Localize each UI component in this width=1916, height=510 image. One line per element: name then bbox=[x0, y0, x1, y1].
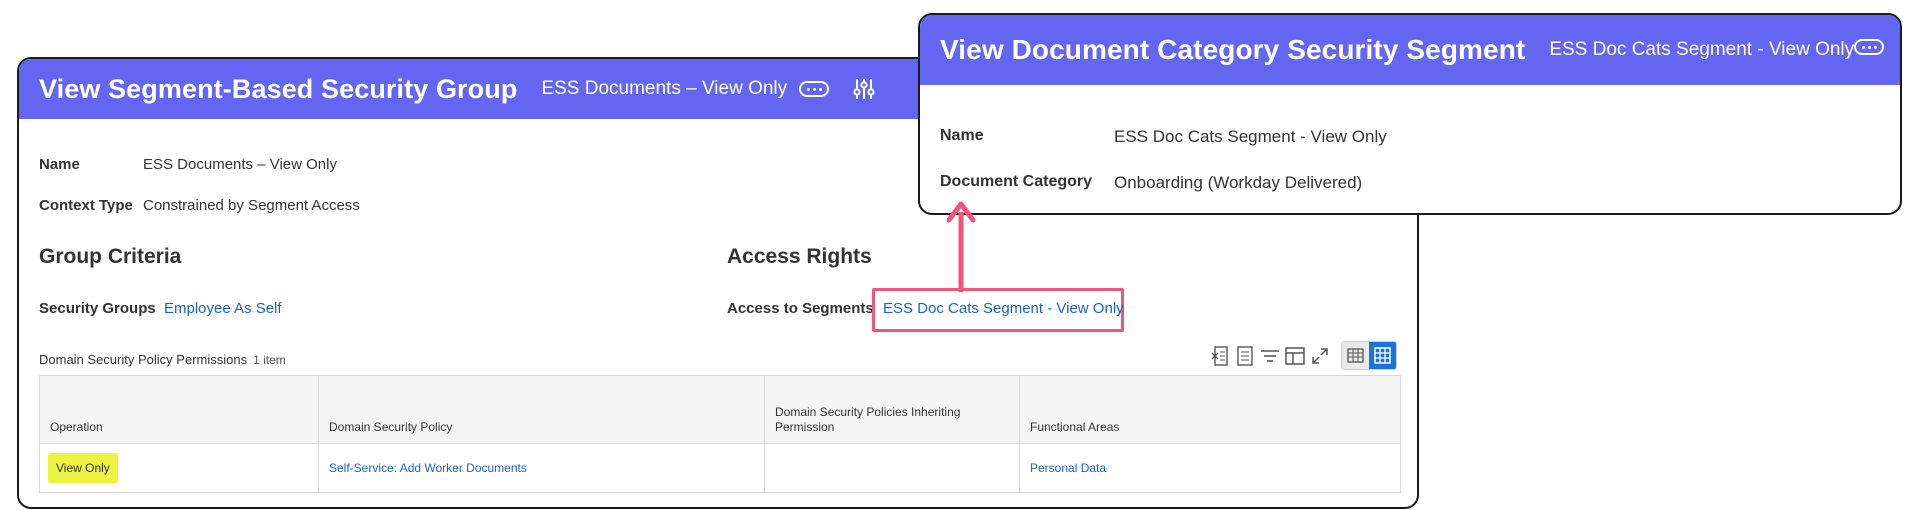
operation-tag: View Only bbox=[48, 453, 118, 483]
popup-name-value: ESS Doc Cats Segment - View Only bbox=[1114, 127, 1387, 146]
document-category-label: Document Category bbox=[940, 173, 1093, 190]
functional-area-link[interactable]: Personal Data bbox=[1030, 461, 1106, 475]
arrow-up-icon bbox=[946, 201, 976, 292]
access-rights-title: Access Rights bbox=[727, 245, 872, 268]
policy-link[interactable]: Self-Service: Add Worker Documents bbox=[329, 461, 527, 475]
table-view-icon[interactable] bbox=[1342, 342, 1369, 369]
context-type-label: Context Type bbox=[39, 197, 133, 214]
popup-header: View Document Category Security Segment … bbox=[920, 15, 1900, 85]
fullscreen-icon[interactable] bbox=[1310, 346, 1330, 366]
page-title: View Segment-Based Security Group bbox=[39, 73, 518, 104]
grid-count: 1 item bbox=[253, 353, 286, 367]
view-toggle bbox=[1341, 341, 1397, 370]
more-icon[interactable] bbox=[799, 81, 830, 97]
page-subtitle: ESS Documents – View Only bbox=[541, 78, 788, 99]
table-header-row: Operation Domain Security Policy Domain … bbox=[39, 375, 1401, 444]
document-category-value: Onboarding (Workday Delivered) bbox=[1114, 173, 1363, 192]
column-header-policy[interactable]: Domain Security Policy bbox=[318, 375, 765, 444]
column-header-functional-areas[interactable]: Functional Areas bbox=[1019, 375, 1401, 444]
grid-caption: Domain Security Policy Permissions 1 item bbox=[39, 352, 286, 367]
security-groups-link[interactable]: Employee As Self bbox=[164, 300, 282, 317]
filter-icon[interactable] bbox=[1260, 346, 1280, 366]
popup-title: View Document Category Security Segment bbox=[940, 34, 1526, 65]
column-header-inheriting-text: Domain Security Policies Inheriting Perm… bbox=[775, 405, 961, 434]
access-to-segments-label: Access to Segments bbox=[727, 300, 874, 317]
grid-toolbar bbox=[1210, 341, 1397, 370]
permissions-table: Operation Domain Security Policy Domain … bbox=[39, 375, 1401, 493]
grid-title: Domain Security Policy Permissions bbox=[39, 352, 248, 367]
security-groups-label: Security Groups bbox=[39, 300, 156, 317]
name-value: ESS Documents – View Only bbox=[143, 156, 337, 173]
settings-sliders-icon[interactable] bbox=[853, 77, 875, 101]
operation-cell: View Only bbox=[39, 443, 319, 493]
inheriting-cell bbox=[764, 443, 1020, 493]
column-header-operation[interactable]: Operation bbox=[39, 375, 319, 444]
name-label: Name bbox=[39, 156, 80, 173]
popup-subtitle: ESS Doc Cats Segment - View Only bbox=[1549, 39, 1855, 60]
document-category-segment-panel: View Document Category Security Segment … bbox=[918, 13, 1902, 215]
export-pdf-icon[interactable] bbox=[1235, 345, 1255, 366]
columns-icon[interactable] bbox=[1285, 346, 1305, 366]
group-criteria-title: Group Criteria bbox=[39, 245, 182, 268]
grid-view-icon[interactable] bbox=[1369, 342, 1396, 369]
popup-more-icon[interactable] bbox=[1854, 39, 1884, 55]
table-row: View Only Self-Service: Add Worker Docum… bbox=[39, 443, 1401, 493]
functional-areas-cell: Personal Data bbox=[1019, 443, 1401, 493]
policy-cell: Self-Service: Add Worker Documents bbox=[318, 443, 765, 493]
export-excel-icon[interactable] bbox=[1210, 345, 1230, 366]
context-type-value: Constrained by Segment Access bbox=[143, 197, 360, 214]
segment-link[interactable]: ESS Doc Cats Segment - View Only bbox=[883, 300, 1124, 317]
column-header-inheriting[interactable]: Domain Security Policies Inheriting Perm… bbox=[764, 375, 1020, 444]
popup-name-label: Name bbox=[940, 127, 984, 144]
